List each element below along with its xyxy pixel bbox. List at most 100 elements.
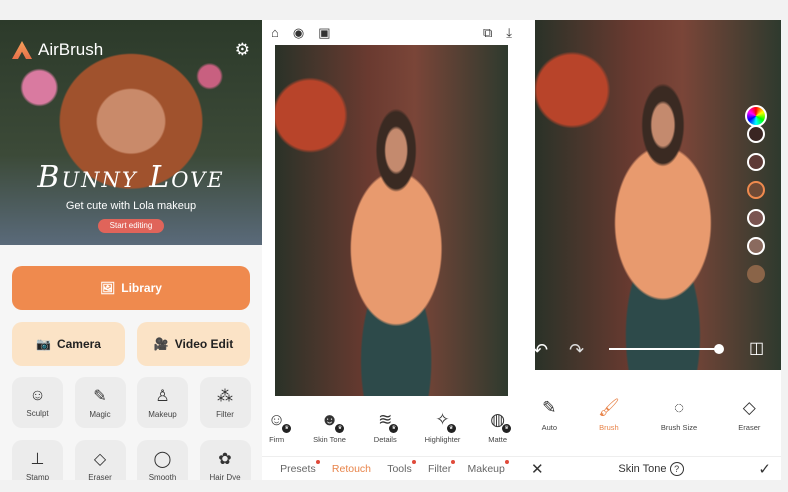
help-icon[interactable]: ? <box>669 461 684 476</box>
tool-filter[interactable]: ⁂ Filter <box>199 377 251 428</box>
banner-subtitle: Get cute with Lola makeup <box>65 200 197 212</box>
tool-stamp[interactable]: ⊥ Stamp <box>12 440 63 480</box>
video-edit-button[interactable]: 🎥 Video Edit <box>137 322 250 366</box>
premium-badge-icon: ♛ <box>502 424 512 433</box>
library-button[interactable]: 🖼 Library <box>12 266 250 310</box>
tool-label: Matte <box>488 435 508 444</box>
color-swatch[interactable] <box>747 237 765 255</box>
compare-icon[interactable]: ◫ <box>749 338 764 358</box>
tool-makeup[interactable]: ♙ Makeup <box>137 377 188 428</box>
highlighter-icon: ✧ ♛ <box>435 410 456 433</box>
promo-banner[interactable]: AirBrush ⚙ Bunny Love Get cute with Lola… <box>0 20 262 245</box>
confirm-check-icon[interactable]: ✓ <box>758 460 771 478</box>
color-swatch[interactable] <box>747 153 765 171</box>
tool-hair-dye[interactable]: ✿ Hair Dye <box>199 440 251 480</box>
sculpt-icon: ☺ <box>29 387 46 404</box>
tool-label: Details <box>373 435 397 444</box>
retouch-tool-highlighter[interactable]: ✧ ♛ Highlighter <box>425 410 461 444</box>
color-swatch[interactable] <box>747 209 765 227</box>
tool-smooth[interactable]: ◯ Smooth <box>137 440 188 480</box>
tab-label: Retouch <box>331 462 372 475</box>
color-swatches <box>745 105 767 283</box>
brush-icon: 🖌 <box>598 398 620 417</box>
matte-icon: ◍ ♛ <box>490 410 512 433</box>
tab-label: Presets <box>280 462 316 475</box>
retouch-tool-matte[interactable]: ◍ ♛ Matte <box>488 410 512 444</box>
tool-auto[interactable]: ✎ Auto <box>542 398 557 432</box>
tab-makeup[interactable]: Makeup <box>467 459 509 475</box>
eraser-icon: ◇ <box>93 451 107 468</box>
category-tabs: Presets Retouch Tools Filter Makeup <box>262 456 521 480</box>
start-editing-button[interactable]: Start editing <box>98 219 164 233</box>
camera-icon[interactable]: ◉ <box>293 25 304 41</box>
tool-eraser[interactable]: ◇ Eraser <box>738 398 760 432</box>
airbrush-logo-icon <box>12 41 32 59</box>
title-label: Skin Tone <box>618 462 667 475</box>
tool-brush-size[interactable]: ◌ Brush Size <box>661 398 697 432</box>
tab-tools[interactable]: Tools <box>387 459 416 475</box>
skin-tone-icon: ☻ ♛ <box>321 410 345 433</box>
retouch-screen: ⌂ ◉ ▣ ⧉ ⤓ ☺ ♛ Firm ☻ ♛ Skin Tone ≋ ♛ Details ✧ ♛ Hi… <box>262 20 521 480</box>
premium-badge-icon: ♛ <box>335 424 345 433</box>
color-swatch[interactable] <box>747 265 765 283</box>
settings-gear-icon[interactable]: ⚙ <box>235 40 250 60</box>
color-wheel-icon[interactable] <box>745 105 767 127</box>
tab-presets[interactable]: Presets <box>280 459 320 475</box>
undo-icon[interactable]: ↶ <box>533 340 548 361</box>
home-icon[interactable]: ⌂ <box>271 25 279 40</box>
premium-badge-icon: ♛ <box>282 424 292 433</box>
close-icon[interactable]: ✕ <box>531 460 544 478</box>
brush-size-icon: ◌ <box>673 398 685 417</box>
redo-icon[interactable]: ↷ <box>569 340 584 361</box>
new-dot-indicator <box>451 459 456 464</box>
camera-label: Camera <box>56 337 101 351</box>
retouch-tool-firm[interactable]: ☺ ♛ Firm <box>268 410 292 444</box>
tool-label: Eraser <box>88 473 112 480</box>
retouch-tool-details[interactable]: ≋ ♛ Details <box>373 410 399 444</box>
tool-magic[interactable]: ✎ Magic <box>74 377 126 428</box>
smooth-icon: ◯ <box>153 451 172 468</box>
tool-brush[interactable]: 🖌 Brush <box>598 398 620 432</box>
video-edit-label: Video Edit <box>174 337 234 351</box>
banner-title: Bunny Love <box>37 160 225 195</box>
tab-label: Filter <box>427 462 452 475</box>
compare-icon[interactable]: ⧉ <box>483 25 492 41</box>
color-swatch[interactable] <box>747 181 765 199</box>
magic-icon: ✎ <box>93 388 107 405</box>
auto-icon: ✎ <box>542 398 557 417</box>
new-dot-indicator <box>315 459 320 464</box>
tab-label: Tools <box>387 462 412 475</box>
retouch-tool-skin-tone[interactable]: ☻ ♛ Skin Tone <box>313 410 346 444</box>
download-icon[interactable]: ⤓ <box>506 25 512 41</box>
tool-label: Smooth <box>148 473 177 480</box>
tool-label: Auto <box>541 423 557 432</box>
tool-label: Stamp <box>25 473 50 480</box>
tool-label: Skin Tone <box>313 435 346 444</box>
bottom-bar: ✕ Skin Tone ? ✓ <box>521 456 781 480</box>
photo-canvas[interactable] <box>275 45 508 396</box>
retouch-tools: ☺ ♛ Firm ☻ ♛ Skin Tone ≋ ♛ Details ✧ ♛ Highlighter ◍… <box>262 410 521 444</box>
home-screen: AirBrush ⚙ Bunny Love Get cute with Lola… <box>0 20 262 480</box>
tool-eraser[interactable]: ◇ Eraser <box>74 440 126 480</box>
camera-icon: 📷 <box>36 337 51 351</box>
app-logo: AirBrush <box>12 40 103 60</box>
tool-sculpt[interactable]: ☺ Sculpt <box>12 377 63 428</box>
tab-retouch[interactable]: Retouch <box>332 463 371 475</box>
tool-label: Makeup <box>148 410 177 419</box>
camera-button[interactable]: 📷 Camera <box>12 322 125 366</box>
library-label: Library <box>121 281 162 295</box>
slider-handle[interactable] <box>714 344 724 354</box>
tab-filter[interactable]: Filter <box>427 459 456 475</box>
eraser-icon: ◇ <box>742 398 756 417</box>
brush-slider[interactable] <box>609 344 724 354</box>
brush-tools: ✎ Auto 🖌 Brush ◌ Brush Size ◇ Eraser <box>521 398 781 432</box>
color-swatch[interactable] <box>747 125 765 143</box>
tab-label: Makeup <box>467 462 505 475</box>
skin-tone-screen: ↶ ↷ ◫ ✎ Auto 🖌 Brush ◌ Brush Size ◇ Eraser ✕ Sk… <box>521 20 781 480</box>
hair-dye-icon: ✿ <box>218 451 232 468</box>
app-name: AirBrush <box>38 40 104 59</box>
new-dot-indicator <box>504 459 509 464</box>
gallery-icon[interactable]: ▣ <box>318 25 330 41</box>
premium-badge-icon: ♛ <box>389 424 399 433</box>
tool-label: Highlighter <box>424 435 461 444</box>
